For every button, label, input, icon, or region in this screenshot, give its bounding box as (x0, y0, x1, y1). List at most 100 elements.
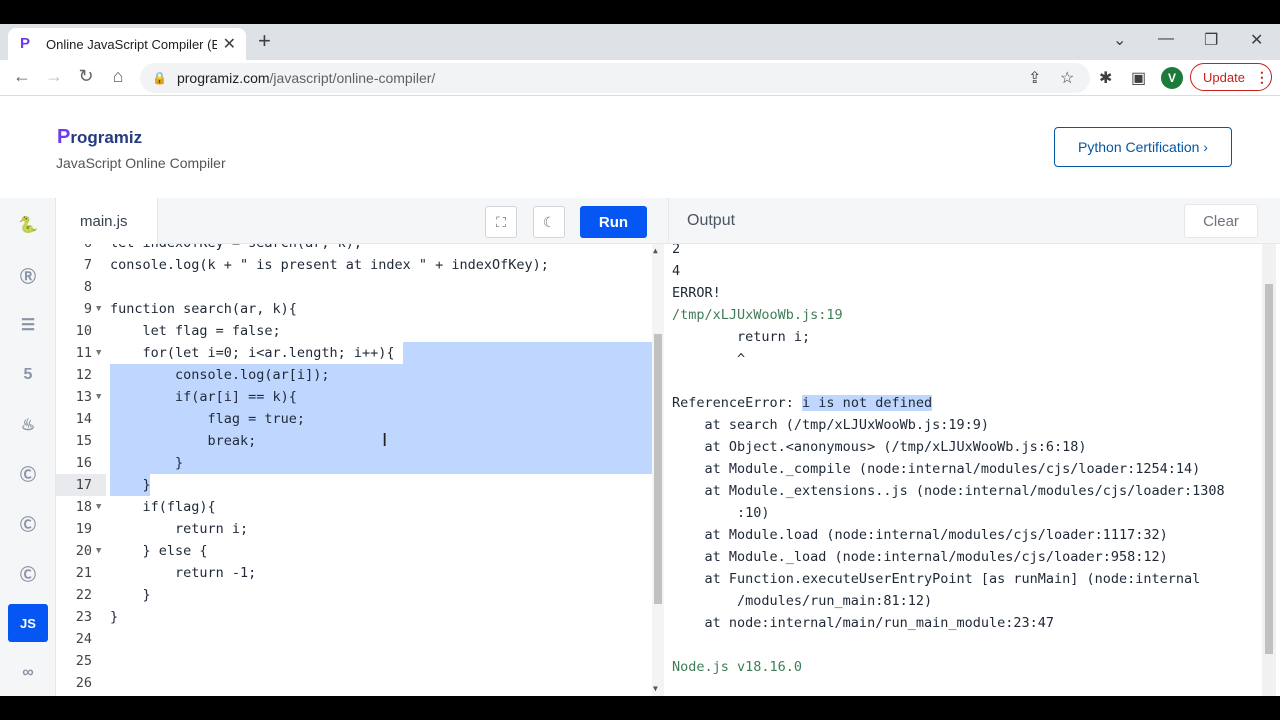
browser-toolbar: ← → ↻ ⌂ 🔒 programiz.com/javascript/onlin… (0, 60, 1280, 96)
fold-arrow-icon[interactable]: ▼ (96, 386, 101, 408)
r-language-icon[interactable]: Ⓡ (8, 256, 48, 294)
output-line: at node:internal/main/run_main_module:23… (672, 615, 1055, 631)
line-number: 23 (75, 609, 92, 625)
c-language-icon[interactable]: Ⓒ (8, 454, 48, 492)
update-button[interactable]: Update ⋮ (1190, 63, 1272, 91)
python-icon[interactable]: 🐍 (8, 206, 48, 244)
code-text: if(ar[i] == k){ (110, 389, 297, 405)
fold-arrow-icon[interactable]: ▼ (96, 342, 101, 364)
profile-avatar[interactable]: V (1161, 67, 1183, 89)
reload-icon[interactable]: ↻ (74, 66, 98, 87)
sql-database-icon[interactable]: ☰ (8, 306, 48, 344)
code-line[interactable]: 24 (56, 628, 652, 650)
side-panel-icon[interactable]: ▣ (1131, 68, 1146, 88)
code-line[interactable]: 8 (56, 276, 652, 298)
code-editor[interactable]: 6 let indexOfKey = search(ar, k); 7 console… (56, 244, 668, 696)
code-line[interactable]: 22 } (56, 584, 652, 606)
output-line: at Function.executeUserEntryPoint [as ru… (672, 571, 1201, 587)
code-line[interactable]: 20 ▼ } else { (56, 540, 652, 562)
code-line[interactable]: 14 flag = true; (56, 408, 652, 430)
output-title: Output (687, 212, 736, 229)
code-line[interactable]: 13 ▼ if(ar[i] == k){ (56, 386, 652, 408)
output-line: Node.js v18.16.0 (672, 659, 803, 675)
new-tab-button[interactable]: + (258, 30, 271, 52)
scroll-down-icon[interactable]: ▼ (653, 684, 658, 693)
page: Programiz JavaScript Online Compiler Pyt… (0, 96, 1280, 696)
code-line[interactable]: 12 console.log(ar[i]); (56, 364, 652, 386)
csharp-language-icon[interactable]: Ⓒ (8, 554, 48, 592)
code-text: } (110, 587, 151, 603)
fold-arrow-icon[interactable]: ▼ (96, 496, 101, 518)
editor-scroll-thumb[interactable] (654, 334, 662, 604)
minimize-icon[interactable]: — (1158, 30, 1174, 48)
line-number: 25 (75, 653, 92, 669)
line-number: 17 (56, 474, 106, 496)
file-tab-main-js[interactable]: main.js (56, 198, 158, 244)
code-text: } (110, 455, 184, 471)
restore-icon[interactable]: ❐ (1204, 30, 1218, 50)
code-line[interactable]: 19 return i; (56, 518, 652, 540)
code-line[interactable]: 23} (56, 606, 652, 628)
site-header: Programiz JavaScript Online Compiler Pyt… (0, 96, 1280, 198)
code-text: } else { (110, 543, 208, 559)
code-line[interactable]: 9 ▼ function search(ar, k){ (56, 298, 652, 320)
editor-toolbar: main.js ⛶ ☾ Run (56, 198, 668, 244)
code-line[interactable]: 15 break; (56, 430, 652, 452)
dark-mode-icon[interactable]: ☾ (533, 206, 565, 238)
output-console: 2 4 ERROR!/tmp/xLJUxWooWb.js:19 return i; … (668, 244, 1280, 696)
code-line[interactable]: 7 console.log(k + " is present at index "… (56, 254, 652, 276)
output-line: return i; (672, 329, 811, 345)
fold-arrow-icon[interactable]: ▼ (96, 298, 101, 320)
back-icon[interactable]: ← (10, 66, 34, 87)
window-close-icon[interactable]: ✕ (1250, 30, 1263, 50)
bookmark-star-icon[interactable]: ☆ (1060, 68, 1074, 88)
url-text: programiz.com/javascript/online-compiler… (176, 70, 436, 86)
programiz-logo[interactable]: Programiz (57, 126, 142, 149)
cpp-language-icon[interactable]: Ⓒ (8, 504, 48, 542)
close-tab-icon[interactable]: ✕ (223, 34, 236, 54)
code-line[interactable]: 11 ▼ for(let i=0; i<ar.length; i++){ (56, 342, 652, 364)
tab-search-icon[interactable]: ⌄ (1113, 30, 1126, 50)
fullscreen-icon[interactable]: ⛶ (485, 206, 517, 238)
code-line[interactable]: 21 return -1; (56, 562, 652, 584)
line-number: 6 (56, 244, 106, 254)
code-line[interactable]: 16 } (56, 452, 652, 474)
forward-icon[interactable]: → (42, 66, 66, 87)
run-button[interactable]: Run (580, 206, 647, 238)
code-line[interactable]: 17 } (56, 474, 652, 496)
fold-arrow-icon[interactable]: ▼ (96, 540, 101, 562)
code-text: console.log(ar[i]); (110, 367, 330, 383)
home-icon[interactable]: ⌂ (106, 66, 130, 87)
line-number: 22 (75, 587, 92, 603)
menu-dots-icon: ⋮ (1254, 68, 1269, 85)
output-line: /modules/run_main:81:12) (672, 593, 933, 609)
share-icon[interactable]: ⇪ (1028, 68, 1041, 88)
code-line[interactable]: 26 (56, 672, 652, 694)
code-line[interactable]: 18 ▼ if(flag){ (56, 496, 652, 518)
code-text: function search(ar, k){ (110, 301, 297, 317)
line-number: 19 (75, 521, 92, 537)
output-line: at Module._extensions..js (node:internal… (672, 483, 1225, 499)
code-text: return i; (110, 521, 249, 537)
go-language-icon[interactable]: ∞ (8, 654, 48, 692)
extensions-icon[interactable]: ✱ (1099, 68, 1112, 88)
code-text: let indexOfKey = search(ar, k); (110, 244, 362, 254)
code-line[interactable]: 25 (56, 650, 652, 672)
editor-scrollbar[interactable]: ▲ ▼ (652, 244, 664, 696)
clear-button[interactable]: Clear (1184, 204, 1258, 238)
python-certification-button[interactable]: Python Certification › (1054, 127, 1232, 167)
output-scroll-thumb[interactable] (1265, 284, 1273, 654)
javascript-icon[interactable]: JS (8, 604, 48, 642)
java-icon[interactable]: ♨ (8, 406, 48, 444)
code-line[interactable]: 6 let indexOfKey = search(ar, k); (56, 244, 652, 254)
code-line[interactable]: 10 let flag = false; (56, 320, 652, 342)
html5-icon[interactable]: 5 (8, 356, 48, 394)
browser-tab[interactable]: P Online JavaScript Compiler (Edito ✕ (8, 28, 246, 60)
code-text: let flag = false; (110, 323, 281, 339)
output-scrollbar[interactable] (1262, 244, 1276, 696)
scroll-up-icon[interactable]: ▲ (653, 246, 658, 255)
line-number: 24 (75, 631, 92, 647)
address-bar[interactable]: 🔒 programiz.com/javascript/online-compil… (140, 63, 1090, 93)
line-number: 21 (75, 565, 92, 581)
output-line: ReferenceError: i is not defined (672, 395, 933, 411)
